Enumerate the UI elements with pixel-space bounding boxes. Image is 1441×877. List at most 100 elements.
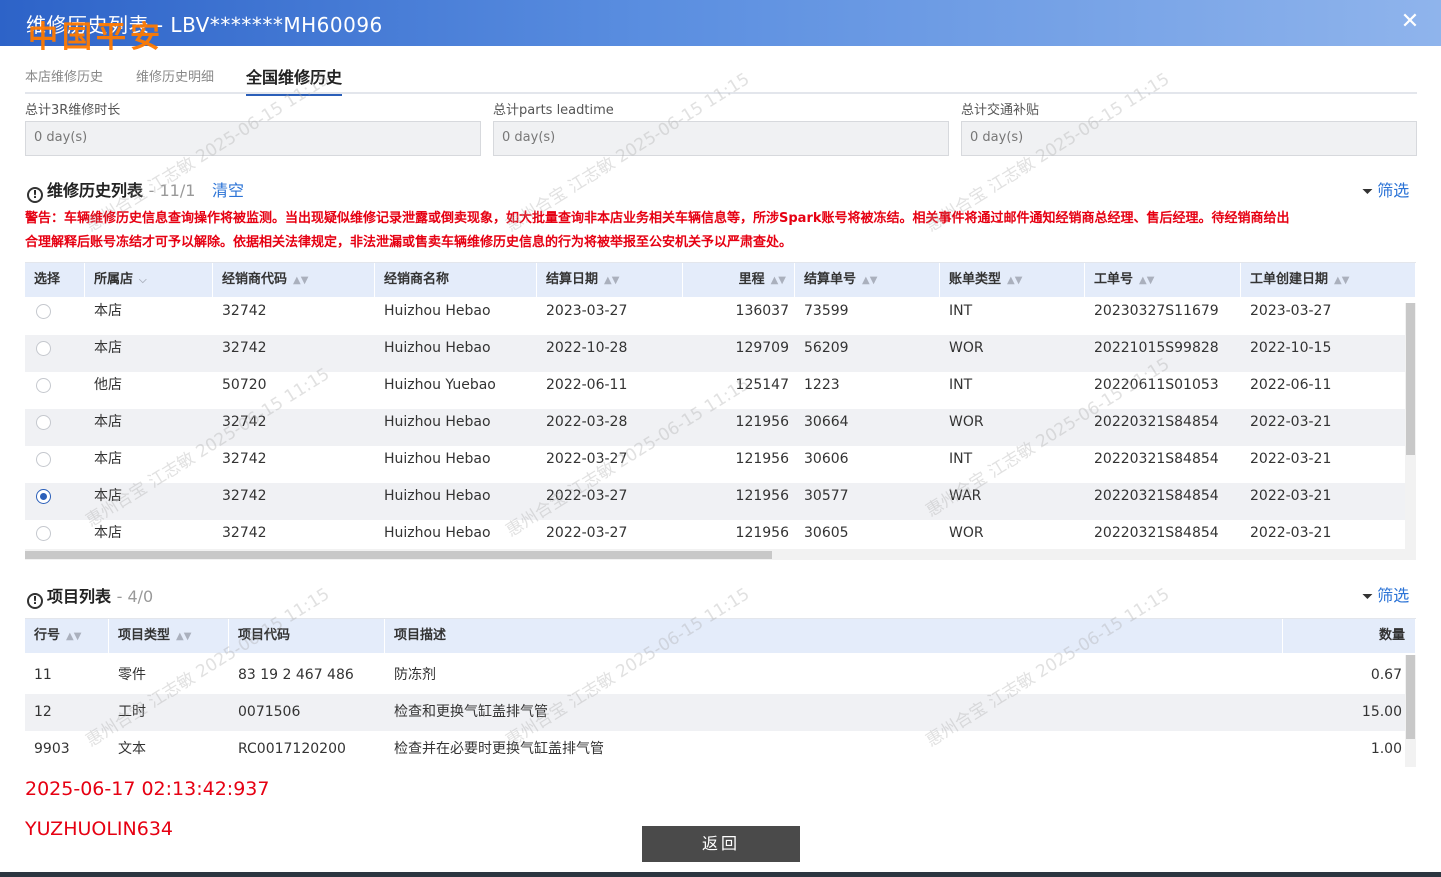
close-icon[interactable]: ✕ <box>1397 9 1423 35</box>
table-row[interactable]: 本店 32742 Huizhou Hebao 2022-03-28 121956 3066… <box>25 409 1416 446</box>
row-select-radio[interactable] <box>36 304 51 319</box>
cell-order-date: 2023-03-27 <box>1250 303 1332 319</box>
cell-order-no: 20220321S84854 <box>1094 488 1219 504</box>
col-order-no-label: 工单号 <box>1094 272 1134 287</box>
row-select-radio[interactable] <box>36 415 51 430</box>
history-table: 选择 所属店 ⌵ 经销商代码 ▲▼ 经销商名称 结算日期 ▲▼ 里程 ▲▼ 结算单号 ▲▼… <box>25 262 1416 562</box>
history-horizontal-scroll-thumb[interactable] <box>25 551 772 559</box>
cell-item-type: 文本 <box>118 741 146 757</box>
table-row[interactable]: 本店 32742 Huizhou Hebao 2022-03-27 121956 3060… <box>25 446 1416 483</box>
cell-store: 他店 <box>94 377 122 393</box>
cell-order-date: 2022-03-21 <box>1250 451 1332 467</box>
cell-store: 本店 <box>94 414 122 430</box>
col-bill-type-label: 账单类型 <box>949 272 1002 287</box>
summary-field-allowance: 0 day(s) <box>961 121 1417 156</box>
cell-settle-date: 2023-03-27 <box>546 303 628 319</box>
items-section-title: ! 项目列表 - 4/0 <box>27 583 153 609</box>
col-mileage[interactable]: 里程 ▲▼ <box>683 263 795 297</box>
table-row[interactable]: 本店 32742 Huizhou Hebao 2022-10-28 129709 5620… <box>25 335 1416 372</box>
select-cell <box>25 483 85 520</box>
cell-mileage: 125147 <box>735 377 789 393</box>
table-row[interactable]: 9903 文本 RC0017120200 检查并在必要时更换气缸盖排气管 1.00 <box>25 731 1416 767</box>
sort-icon: ▲▼ <box>176 631 192 642</box>
cell-settle-date: 2022-03-27 <box>546 451 628 467</box>
col-order-date-label: 工单创建日期 <box>1250 272 1329 287</box>
cell-bill-type: INT <box>949 377 973 393</box>
table-row[interactable]: 11 零件 83 19 2 467 486 防冻剂 0.67 <box>25 657 1416 694</box>
sort-icon: ▲▼ <box>604 275 620 286</box>
select-cell <box>25 446 85 483</box>
history-count: - 11/1 <box>148 181 196 200</box>
info-icon: ! <box>27 593 43 609</box>
cell-settle-date: 2022-03-28 <box>546 414 628 430</box>
col-select: 选择 <box>25 263 85 297</box>
cell-bill-type: WOR <box>949 340 984 356</box>
table-row[interactable]: 本店 32742 Huizhou Hebao 2022-03-27 121956 3057… <box>25 483 1416 520</box>
col-store-label: 所属店 <box>94 272 134 287</box>
history-section-title: ! 维修历史列表 - 11/1 <box>27 177 195 203</box>
tab-bar: 本店维修历史 维修历史明细 全国维修历史 <box>25 58 1417 96</box>
col-settle-no[interactable]: 结算单号 ▲▼ <box>795 263 940 297</box>
tab-national-history[interactable]: 全国维修历史 <box>246 64 343 96</box>
col-item-desc: 项目描述 <box>385 619 1283 653</box>
cell-bill-type: WAR <box>949 488 982 504</box>
col-store[interactable]: 所属店 ⌵ <box>85 263 213 297</box>
back-button[interactable]: 返回 <box>642 826 800 862</box>
history-table-header: 选择 所属店 ⌵ 经销商代码 ▲▼ 经销商名称 结算日期 ▲▼ 里程 ▲▼ 结算单号 ▲▼… <box>25 263 1416 297</box>
cell-dealer-name: Huizhou Hebao <box>384 488 491 504</box>
cell-dealer-name: Huizhou Yuebao <box>384 377 496 393</box>
table-row[interactable]: 12 工时 0071506 检查和更换气缸盖排气管 15.00 <box>25 694 1416 731</box>
col-settle-date[interactable]: 结算日期 ▲▼ <box>537 263 683 297</box>
cell-settle-date: 2022-06-11 <box>546 377 628 393</box>
cell-mileage: 136037 <box>735 303 789 319</box>
history-filter-label: 筛选 <box>1377 181 1410 200</box>
clear-link[interactable]: 清空 <box>212 177 244 201</box>
row-select-radio[interactable] <box>36 526 51 541</box>
tab-store-history[interactable]: 本店维修历史 <box>25 66 103 85</box>
items-vertical-scrollbar[interactable] <box>1405 655 1416 767</box>
table-row[interactable]: 本店 32742 Huizhou Hebao 2023-03-27 136037 7359… <box>25 298 1416 335</box>
cell-settle-date: 2022-10-28 <box>546 340 628 356</box>
cell-bill-type: INT <box>949 303 973 319</box>
row-select-radio[interactable] <box>36 378 51 393</box>
col-dealer-code-label: 经销商代码 <box>222 272 288 287</box>
col-item-type[interactable]: 项目类型 ▲▼ <box>109 619 229 653</box>
table-row[interactable]: 他店 50720 Huizhou Yuebao 2022-06-11 125147 122… <box>25 372 1416 409</box>
cell-dealer-code: 32742 <box>222 488 267 504</box>
row-select-radio[interactable] <box>36 341 51 356</box>
col-order-no[interactable]: 工单号 ▲▼ <box>1085 263 1241 297</box>
repair-history-dialog: 维修历史列表 - LBV*******MH60096 中国平安 ✕ 本店维修历史… <box>0 0 1441 877</box>
sort-icon: ▲▼ <box>862 275 878 286</box>
history-filter-button[interactable]: ⏷ 筛选 <box>1362 177 1409 201</box>
cell-item-line: 11 <box>34 667 52 683</box>
items-vertical-scroll-thumb[interactable] <box>1406 655 1415 739</box>
items-table-header: 行号 ▲▼ 项目类型 ▲▼ 项目代码 项目描述 数量 <box>25 619 1416 653</box>
cell-order-date: 2022-06-11 <box>1250 377 1332 393</box>
cell-store: 本店 <box>94 451 122 467</box>
col-line[interactable]: 行号 ▲▼ <box>25 619 109 653</box>
select-cell <box>25 372 85 409</box>
cell-mileage: 121956 <box>735 451 789 467</box>
row-select-radio[interactable] <box>36 452 51 467</box>
history-vertical-scrollbar[interactable] <box>1405 303 1416 549</box>
history-horizontal-scrollbar[interactable] <box>25 549 1416 560</box>
col-dealer-code[interactable]: 经销商代码 ▲▼ <box>213 263 375 297</box>
footer-bar <box>0 872 1441 877</box>
monitoring-warning: 警告：车辆维修历史信息查询操作将被监测。当出现疑似维修记录泄露或倒卖现象，如大批… <box>25 207 1420 255</box>
items-count: - 4/0 <box>116 587 154 606</box>
dialog-titlebar: 维修历史列表 - LBV*******MH60096 中国平安 ✕ <box>0 0 1441 55</box>
col-order-date[interactable]: 工单创建日期 ▲▼ <box>1241 263 1416 297</box>
col-bill-type[interactable]: 账单类型 ▲▼ <box>940 263 1085 297</box>
row-select-radio[interactable] <box>36 489 51 504</box>
tab-history-detail[interactable]: 维修历史明细 <box>136 66 214 85</box>
cell-item-qty: 0.67 <box>1370 667 1402 683</box>
cell-mileage: 121956 <box>735 414 789 430</box>
cell-item-desc: 检查并在必要时更换气缸盖排气管 <box>394 741 604 757</box>
items-filter-button[interactable]: ⏷ 筛选 <box>1362 582 1409 606</box>
history-vertical-scroll-thumb[interactable] <box>1406 303 1415 455</box>
cell-order-no: 20221015S99828 <box>1094 340 1219 356</box>
col-settle-no-label: 结算单号 <box>804 272 857 287</box>
cell-dealer-code: 32742 <box>222 340 267 356</box>
cell-order-no: 20230327S11679 <box>1094 303 1219 319</box>
summary-label-3r: 总计3R维修时长 <box>25 103 121 118</box>
